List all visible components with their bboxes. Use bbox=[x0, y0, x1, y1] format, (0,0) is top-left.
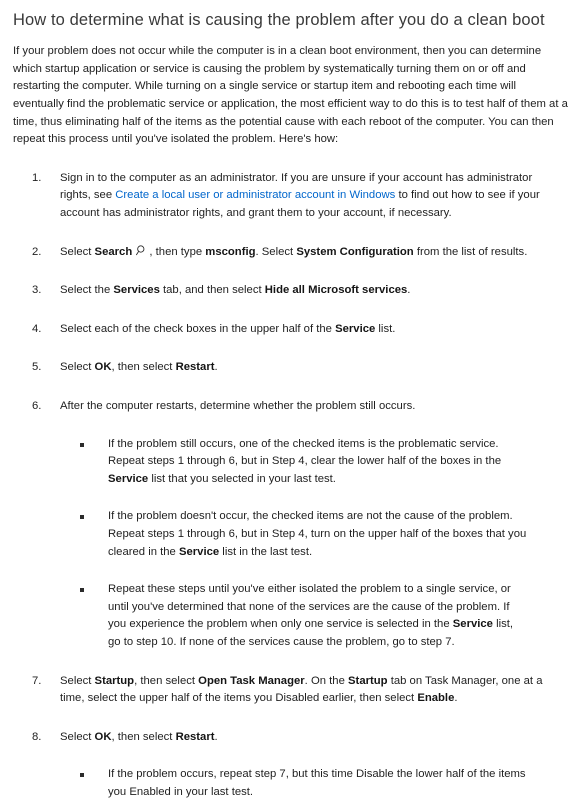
bullet-square-icon bbox=[80, 442, 84, 447]
emphasis-text: Enable bbox=[417, 692, 455, 705]
step-text-run: Select each of the check boxes in the up… bbox=[60, 322, 336, 335]
emphasis-text: OK bbox=[94, 361, 112, 374]
search-icon bbox=[136, 244, 148, 257]
emphasis-text: Service bbox=[108, 472, 149, 485]
step-body: After the computer restarts, determine w… bbox=[60, 398, 558, 416]
substep-item: If the problem doesn't occur, the checke… bbox=[80, 508, 558, 561]
substeps-wrapper: If the problem still occurs, one of the … bbox=[60, 436, 558, 652]
step-body: Sign in to the computer as an administra… bbox=[60, 170, 558, 223]
bullet-square-icon bbox=[80, 588, 84, 593]
step-body: Select Startup, then select Open Task Ma… bbox=[60, 673, 558, 708]
substep-item: If the problem still occurs, one of the … bbox=[80, 436, 558, 489]
step-item: 7. Select Startup, then select Open Task … bbox=[0, 673, 582, 708]
emphasis-text: Restart bbox=[175, 361, 215, 374]
step-text-run: . On the bbox=[304, 674, 349, 687]
page-title: How to determine what is causing the pro… bbox=[13, 11, 545, 29]
step-text-run: tab, and then select bbox=[159, 284, 265, 297]
step-text-run bbox=[132, 246, 135, 258]
step-body: Select Search , then type msconfig. Sele… bbox=[60, 244, 558, 262]
step-text-run: . Select bbox=[255, 245, 297, 258]
bullet-square-icon bbox=[80, 515, 84, 520]
article-page: How to determine what is causing the pro… bbox=[0, 0, 582, 798]
inline-link[interactable]: Create a local user or administrator acc… bbox=[115, 189, 395, 201]
emphasis-text: Service bbox=[178, 545, 220, 558]
step-text-run: Select bbox=[60, 674, 95, 687]
substep-item: If the problem occurs, repeat step 7, bu… bbox=[80, 766, 558, 801]
bullet-square-icon bbox=[80, 773, 84, 778]
step-body: Select each of the check boxes in the up… bbox=[60, 321, 558, 339]
step-text-run: . bbox=[454, 692, 458, 705]
step-number: 7. bbox=[32, 674, 42, 687]
step-body: Select the Services tab, and then select… bbox=[60, 282, 558, 300]
emphasis-text: Startup bbox=[348, 674, 388, 687]
step-text-run: If the problem still occurs, one of the … bbox=[108, 437, 502, 468]
emphasis-text: Hide all Microsoft services bbox=[264, 284, 408, 297]
substep-body: If the problem still occurs, one of the … bbox=[108, 438, 501, 485]
step-text-run: Repeat these steps until you've either i… bbox=[108, 583, 511, 631]
emphasis-text: Services bbox=[113, 284, 160, 297]
substep-item: Repeat these steps until you've either i… bbox=[80, 581, 558, 651]
step-number: 8. bbox=[32, 730, 42, 743]
substep-body: If the problem doesn't occur, the checke… bbox=[108, 510, 526, 557]
substeps-list: If the problem still occurs, one of the … bbox=[80, 436, 558, 652]
emphasis-text: System Configuration bbox=[296, 245, 414, 258]
step-item: 6. After the computer restarts, determine… bbox=[0, 398, 582, 652]
step-item: 4. Select each of the check boxes in the … bbox=[0, 321, 582, 339]
step-text-run: , then type bbox=[149, 245, 206, 258]
emphasis-text: Search bbox=[94, 245, 133, 258]
step-number: 4. bbox=[32, 322, 42, 335]
step-text-run: from the list of results. bbox=[413, 245, 528, 258]
step-text-run: After the computer restarts, determine w… bbox=[60, 399, 416, 412]
step-body: Select OK, then select Restart. bbox=[60, 729, 558, 747]
substep-body: Repeat these steps until you've either i… bbox=[108, 583, 513, 648]
step-number: 3. bbox=[32, 284, 42, 297]
step-text-run: , then select bbox=[111, 730, 176, 743]
substeps-wrapper: If the problem occurs, repeat step 7, bu… bbox=[60, 766, 558, 801]
step-text-run: , then select bbox=[134, 674, 199, 687]
step-text-run: list in the last test. bbox=[219, 545, 313, 558]
step-text-run: Select bbox=[60, 361, 95, 374]
step-text-run: Select bbox=[60, 245, 95, 258]
step-item: 1. Sign in to the computer as an administ… bbox=[0, 170, 582, 223]
steps-list: 1. Sign in to the computer as an administ… bbox=[0, 170, 582, 801]
step-number: 2. bbox=[32, 245, 42, 258]
step-number: 5. bbox=[32, 361, 42, 374]
step-text-run: If the problem occurs, repeat step 7, bu… bbox=[108, 768, 526, 798]
emphasis-text: OK bbox=[94, 730, 112, 743]
step-text-run: If the problem doesn't occur, the checke… bbox=[108, 510, 527, 558]
step-text-run: Select the bbox=[60, 284, 114, 297]
substep-body: If the problem occurs, repeat step 7, bu… bbox=[108, 768, 526, 798]
step-text-run: . bbox=[407, 284, 411, 297]
intro-paragraph: If your problem does not occur while the… bbox=[13, 45, 568, 146]
emphasis-text: msconfig bbox=[205, 245, 256, 258]
step-text-run: Select bbox=[60, 730, 95, 743]
emphasis-text: Service bbox=[335, 322, 376, 335]
step-number: 1. bbox=[32, 171, 42, 184]
step-number: 6. bbox=[32, 399, 42, 412]
emphasis-text: Open Task Manager bbox=[198, 674, 305, 687]
emphasis-text: Startup bbox=[94, 674, 135, 687]
step-text-run: . bbox=[214, 361, 218, 374]
step-text-run: , then select bbox=[111, 361, 176, 374]
step-item: 2. Select Search , then type msconfig. Se… bbox=[0, 244, 582, 262]
step-text-run: list that you selected in your last test… bbox=[148, 472, 336, 485]
step-text-run: . bbox=[214, 730, 218, 743]
step-item: 3. Select the Services tab, and then sele… bbox=[0, 282, 582, 300]
substeps-list: If the problem occurs, repeat step 7, bu… bbox=[80, 766, 558, 801]
emphasis-text: Restart bbox=[175, 730, 215, 743]
step-body: Select OK, then select Restart. bbox=[60, 359, 558, 377]
step-text-run: list. bbox=[375, 322, 396, 335]
step-item: 8. Select OK, then select Restart. If the … bbox=[0, 729, 582, 801]
step-item: 5. Select OK, then select Restart. bbox=[0, 359, 582, 377]
emphasis-text: Service bbox=[452, 618, 493, 631]
